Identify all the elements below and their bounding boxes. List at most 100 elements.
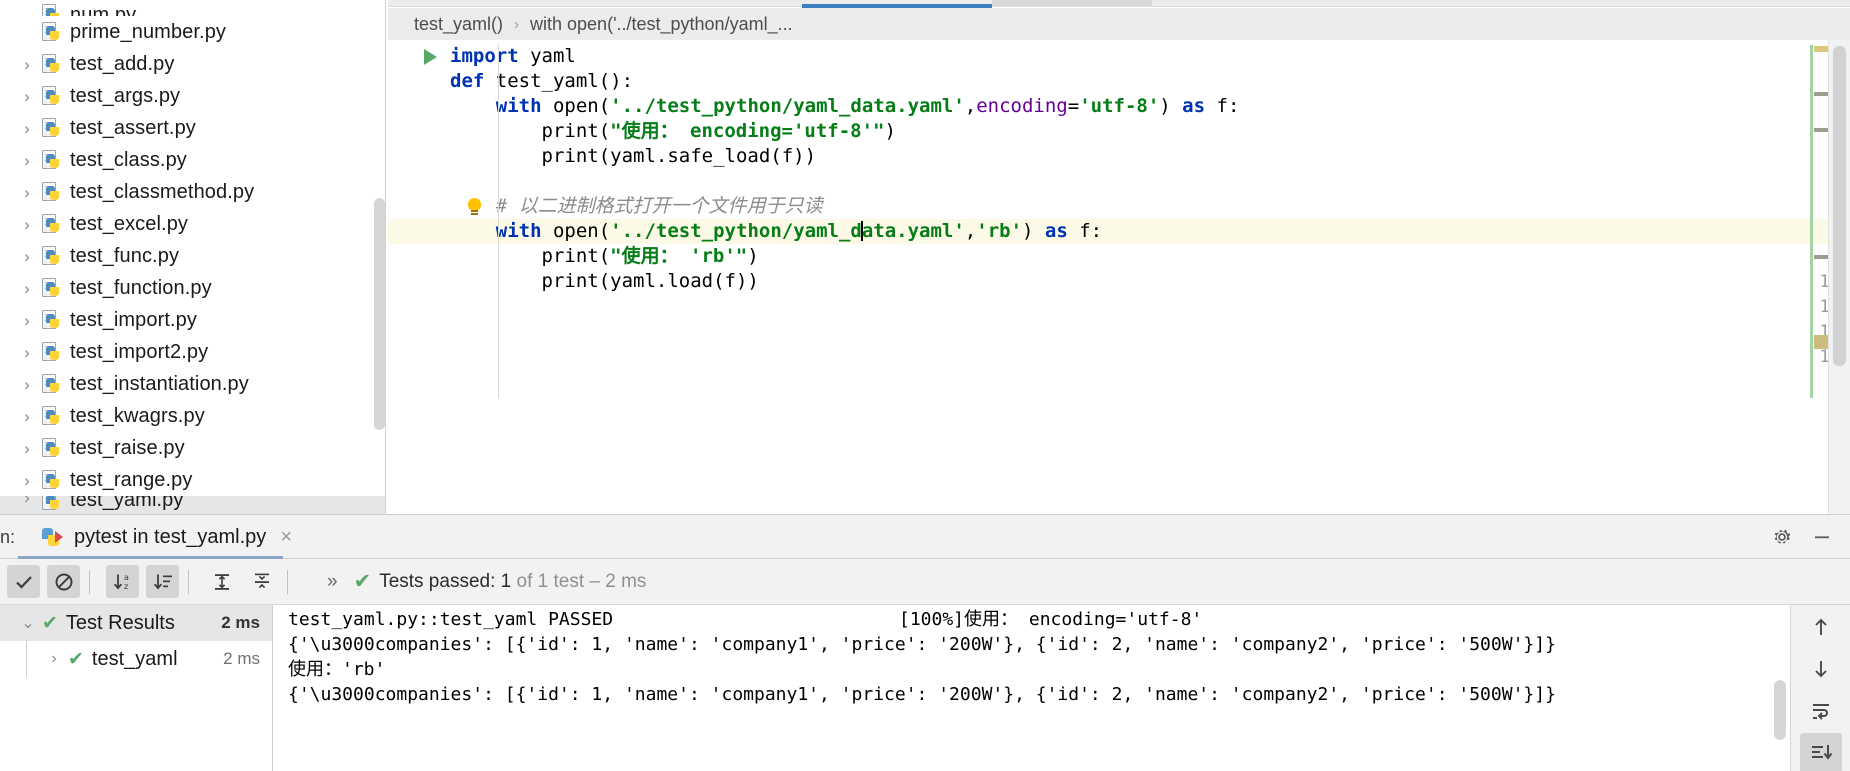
chevron-right-icon[interactable]: ›	[14, 280, 40, 297]
tree-item-test_function-py[interactable]: › test_function.py	[0, 272, 385, 304]
sort-duration-icon[interactable]	[146, 565, 179, 598]
editor-marker-change[interactable]	[1814, 255, 1828, 259]
editor-vertical-scrollbar[interactable]	[1828, 40, 1850, 514]
chevron-right-icon[interactable]: ›	[14, 120, 40, 137]
editor-tab-inactive[interactable]	[992, 0, 1152, 6]
chevron-right-icon[interactable]: ›	[14, 376, 40, 393]
editor-marker-change[interactable]	[1814, 128, 1828, 132]
chevron-right-icon[interactable]: ›	[40, 650, 68, 668]
tree-item-test_classmethod-py[interactable]: › test_classmethod.py	[0, 176, 385, 208]
tree-item-test_yaml-py[interactable]: › test_yaml.py	[0, 496, 385, 514]
chevron-right-icon[interactable]: ›	[14, 56, 40, 73]
chevron-right-icon[interactable]: ›	[14, 216, 40, 233]
tree-item-test_kwagrs-py[interactable]: › test_kwagrs.py	[0, 400, 385, 432]
project-tree-scrollbar[interactable]	[374, 198, 385, 430]
tree-item-test_import2-py[interactable]: › test_import2.py	[0, 336, 385, 368]
arrow-up-icon[interactable]	[1800, 607, 1842, 647]
chevron-right-icon[interactable]: ›	[14, 496, 40, 506]
editor-tab-strip[interactable]	[388, 0, 1850, 8]
code-line[interactable]: # 以二进制格式打开一个文件用于只读	[450, 194, 823, 219]
tree-item-num-py[interactable]: ›num.py	[0, 0, 385, 16]
tree-item-test_raise-py[interactable]: › test_raise.py	[0, 432, 385, 464]
python-file-icon	[40, 149, 62, 171]
tree-item-test_class-py[interactable]: › test_class.py	[0, 144, 385, 176]
sort-az-icon[interactable]: a z	[106, 565, 139, 598]
tests-passed-status: Tests passed: 1 of 1 test – 2 ms	[379, 571, 646, 593]
chevron-right-icon[interactable]: ›	[14, 88, 40, 105]
code-line[interactable]: with open('../test_python/yaml_data.yaml…	[450, 94, 1240, 119]
chevron-right-icon[interactable]: ›	[14, 248, 40, 265]
code-token: 'utf-8'	[1079, 95, 1160, 117]
code-line[interactable]: def test_yaml():	[450, 69, 633, 94]
test-result-row[interactable]: ⌄ ✔ Test Results 2 ms	[0, 605, 272, 641]
collapse-all-icon[interactable]	[245, 565, 278, 598]
editor-scrollbar-thumb[interactable]	[1833, 46, 1846, 366]
scroll-to-end-icon[interactable]	[1799, 733, 1842, 771]
test-result-row[interactable]: › ✔ test_yaml 2 ms	[0, 641, 272, 677]
chevron-right-icon[interactable]: ›	[14, 344, 40, 361]
soft-wrap-icon[interactable]	[1800, 691, 1842, 731]
chevron-right-icon[interactable]: ›	[14, 472, 40, 489]
tree-item-label: test_args.py	[70, 84, 181, 107]
chevron-right-icon[interactable]: ›	[14, 408, 40, 425]
console-line: {'\u3000companies': [{'id': 1, 'name': '…	[288, 634, 1556, 655]
code-token: import	[450, 45, 531, 67]
code-line[interactable]: with open('../test_python/yaml_data.yaml…	[450, 219, 1102, 244]
show-passed-toggle[interactable]	[7, 565, 40, 598]
breadcrumb-item-statement[interactable]: with open('../test_python/yaml_...	[530, 14, 793, 35]
console-line: {'\u3000companies': [{'id': 1, 'name': '…	[288, 684, 1556, 705]
toolbar-divider	[287, 569, 288, 594]
code-line[interactable]: print(yaml.load(f))	[450, 269, 759, 294]
gear-icon[interactable]	[1762, 515, 1802, 559]
test-passed-icon: ✔	[42, 612, 58, 634]
chevron-right-icon[interactable]: ›	[14, 152, 40, 169]
svg-text:a: a	[124, 573, 129, 582]
code-line[interactable]: import yaml	[450, 44, 576, 69]
breadcrumb-item-function[interactable]: test_yaml()	[414, 14, 503, 35]
show-ignored-toggle[interactable]	[47, 565, 80, 598]
arrow-down-icon[interactable]	[1800, 649, 1842, 689]
tree-item-test_add-py[interactable]: › test_add.py	[0, 48, 385, 80]
project-tool-window[interactable]: ›num.py›prime_number.py›test_add.py›test…	[0, 0, 385, 514]
tree-item-test_range-py[interactable]: › test_range.py	[0, 464, 385, 496]
tree-item-test_excel-py[interactable]: › test_excel.py	[0, 208, 385, 240]
run-test-icon[interactable]	[424, 49, 437, 65]
chevron-right-icon[interactable]: ›	[14, 312, 40, 329]
code-token: def	[450, 70, 496, 92]
code-token: '../test_python/yaml_data.yaml'	[610, 95, 965, 117]
test-results-tree[interactable]: ⌄ ✔ Test Results 2 ms › ✔ test_yaml 2 ms	[0, 605, 273, 771]
editor-marker-caret[interactable]	[1814, 335, 1828, 349]
expand-all-icon[interactable]	[205, 565, 238, 598]
close-icon[interactable]: ×	[280, 527, 292, 547]
chevron-right-icon[interactable]: ›	[14, 440, 40, 457]
tree-item-label: test_range.py	[70, 468, 193, 491]
tree-item-label: test_function.py	[70, 276, 212, 299]
python-file-icon	[40, 309, 62, 331]
tree-item-test_assert-py[interactable]: › test_assert.py	[0, 112, 385, 144]
code-line[interactable]: print("使用： encoding='utf-8'")	[450, 119, 896, 144]
breadcrumb[interactable]: test_yaml() › with open('../test_python/…	[388, 8, 1850, 40]
code-editor[interactable]: 1import yaml2def test_yaml():3 with open…	[388, 40, 1850, 514]
tree-item-label: prime_number.py	[70, 20, 227, 43]
chevron-right-icon[interactable]: ›	[14, 184, 40, 201]
test-duration: 2 ms	[223, 649, 260, 668]
run-tab-pytest[interactable]: pytest in test_yaml.py ×	[32, 515, 302, 559]
code-token: "使用： 'rb'"	[610, 245, 748, 267]
console-scrollbar[interactable]	[1774, 680, 1786, 740]
tree-item-prime_number-py[interactable]: ›prime_number.py	[0, 16, 385, 48]
code-token: test_yaml():	[495, 70, 634, 92]
chevron-down-icon[interactable]: ⌄	[14, 613, 42, 633]
toolbar-overflow-icon[interactable]: »	[327, 571, 338, 593]
tree-item-test_import-py[interactable]: › test_import.py	[0, 304, 385, 336]
test-console-output[interactable]: test_yaml.py::test_yaml PASSED [100%]使用： …	[274, 605, 1790, 771]
editor-marker-warning[interactable]	[1814, 46, 1828, 52]
code-line[interactable]: print(yaml.safe_load(f))	[450, 144, 817, 169]
minimize-icon[interactable]	[1802, 515, 1842, 559]
code-line[interactable]: print("使用： 'rb'")	[450, 244, 759, 269]
tree-item-test_instantiation-py[interactable]: › test_instantiation.py	[0, 368, 385, 400]
tree-item-test_func-py[interactable]: › test_func.py	[0, 240, 385, 272]
editor-marker-change[interactable]	[1814, 92, 1828, 96]
tree-item-test_args-py[interactable]: › test_args.py	[0, 80, 385, 112]
